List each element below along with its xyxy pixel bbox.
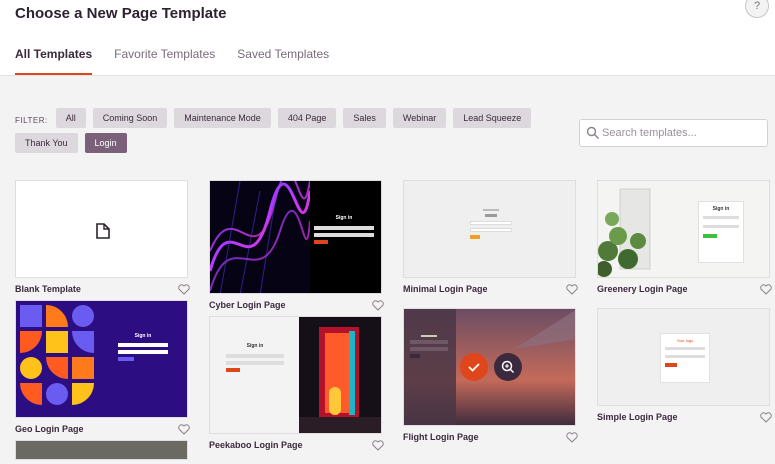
heart-icon[interactable] (178, 423, 190, 435)
filter-label: FILTER: (15, 115, 48, 125)
template-thumbnail[interactable]: Sign in (597, 180, 770, 278)
template-title: Simple Login Page (597, 412, 678, 422)
zoom-icon (501, 360, 515, 374)
template-title: Blank Template (15, 284, 81, 294)
document-icon (96, 223, 110, 239)
template-column-4: Sign in Greenery Login Page Your logo Si… (597, 180, 772, 428)
login-form-preview: Sign in (118, 333, 168, 361)
template-card-peekaboo[interactable]: Sign in Peekaboo Login Page (209, 316, 384, 456)
filter-chip-webinar[interactable]: Webinar (392, 108, 447, 128)
template-title: Minimal Login Page (403, 284, 488, 294)
search-box (579, 119, 768, 147)
tab-bar: All Templates Favorite Templates Saved T… (15, 47, 351, 75)
template-card-flight[interactable]: Flight Login Page (403, 308, 578, 448)
login-form-preview (410, 335, 448, 358)
filter-chip-lead-squeeze[interactable]: Lead Squeeze (453, 108, 532, 128)
filter-bar: FILTER: All Coming Soon Maintenance Mode… (15, 108, 560, 158)
filter-chip-maintenance-mode[interactable]: Maintenance Mode (174, 108, 271, 128)
heart-icon[interactable] (760, 283, 772, 295)
help-circle-icon[interactable]: ? (745, 0, 769, 18)
neon-door-image (299, 317, 381, 433)
template-column-2: Sign in Cyber Login Page Sign in Peekabo… (209, 180, 384, 456)
heart-icon[interactable] (372, 439, 384, 451)
login-form-preview: Sign in (314, 215, 374, 244)
template-column-3: Minimal Login Page Flight Login Page (403, 180, 578, 448)
search-input[interactable] (602, 124, 762, 142)
template-column-1: Blank Template Sign in Geo Login Page (15, 180, 190, 460)
search-icon (586, 126, 599, 139)
template-thumbnail[interactable]: Sign in (209, 180, 382, 294)
template-title: Geo Login Page (15, 424, 84, 434)
heart-icon[interactable] (760, 411, 772, 423)
template-thumbnail[interactable]: Sign in (15, 300, 188, 418)
sunset-wing-image (404, 309, 575, 425)
template-title: Peekaboo Login Page (209, 440, 303, 450)
template-thumbnail[interactable]: Sign in (209, 316, 382, 434)
template-title: Flight Login Page (403, 432, 479, 442)
tab-favorite-templates[interactable]: Favorite Templates (114, 47, 215, 75)
template-thumbnail[interactable] (403, 308, 576, 426)
filter-chip-sales[interactable]: Sales (343, 108, 386, 128)
form-heading: Sign in (712, 206, 730, 212)
form-heading: Your logo (676, 338, 694, 343)
heart-icon[interactable] (372, 299, 384, 311)
template-card-geo[interactable]: Sign in Geo Login Page (15, 300, 190, 440)
template-card-blank[interactable]: Blank Template (15, 180, 190, 300)
preview-template-button[interactable] (494, 353, 522, 381)
template-thumbnail-partial[interactable] (15, 440, 188, 460)
heart-icon[interactable] (566, 431, 578, 443)
template-card-minimal[interactable]: Minimal Login Page (403, 180, 578, 300)
template-thumbnail[interactable] (15, 180, 188, 278)
template-card-simple[interactable]: Your logo Simple Login Page (597, 308, 772, 428)
checkmark-icon (468, 363, 480, 372)
template-card-greenery[interactable]: Sign in Greenery Login Page (597, 180, 772, 300)
greenery-plant-image (598, 188, 651, 277)
wave-lines-image (210, 181, 310, 293)
login-form-preview (470, 209, 512, 239)
header: Choose a New Page Template ? All Templat… (0, 0, 775, 76)
heart-icon[interactable] (566, 283, 578, 295)
filter-chip-all[interactable]: All (55, 108, 86, 128)
template-thumbnail[interactable]: Your logo (597, 308, 770, 406)
filter-chip-404-page[interactable]: 404 Page (277, 108, 337, 128)
template-title: Cyber Login Page (209, 300, 286, 310)
heart-icon[interactable] (178, 283, 190, 295)
geometric-pattern-image (20, 305, 94, 405)
page-title: Choose a New Page Template (15, 5, 227, 22)
tab-all-templates[interactable]: All Templates (15, 47, 93, 75)
template-title: Greenery Login Page (597, 284, 688, 294)
form-heading: Sign in (335, 215, 353, 221)
form-heading: Sign in (134, 333, 152, 339)
tab-saved-templates[interactable]: Saved Templates (237, 47, 329, 75)
select-template-button[interactable] (460, 353, 488, 381)
form-heading: Sign in (246, 343, 264, 349)
template-card-cyber[interactable]: Sign in Cyber Login Page (209, 180, 384, 316)
login-form-preview: Sign in (226, 343, 284, 372)
login-form-preview: Sign in (698, 201, 744, 263)
filter-chip-login[interactable]: Login (84, 133, 127, 153)
filter-chip-coming-soon[interactable]: Coming Soon (92, 108, 168, 128)
login-form-preview: Your logo (660, 333, 710, 383)
filter-chip-thank-you[interactable]: Thank You (15, 133, 78, 153)
template-thumbnail[interactable] (403, 180, 576, 278)
